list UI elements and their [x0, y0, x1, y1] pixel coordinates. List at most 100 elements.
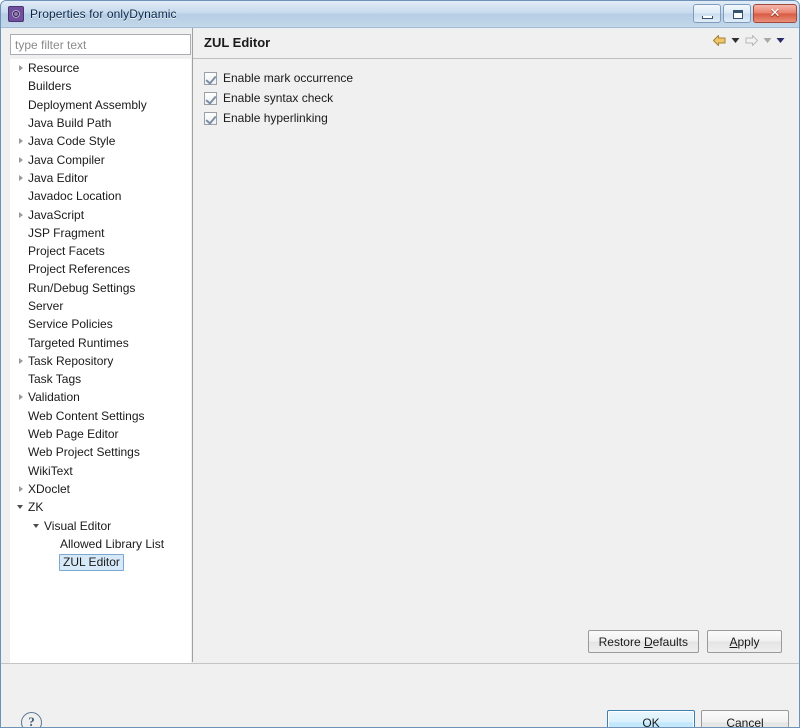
tree-item-java-editor[interactable]: Java Editor	[10, 169, 191, 187]
tree-item-zul-editor[interactable]: ZUL Editor	[10, 553, 191, 571]
option-label: Enable hyperlinking	[223, 111, 328, 125]
tree-expand-right-icon[interactable]	[14, 206, 28, 224]
tree-item-label: Deployment Assembly	[28, 97, 147, 112]
tree-item-xdoclet[interactable]: XDoclet	[10, 480, 191, 498]
tree-item-javadoc-location[interactable]: Javadoc Location	[10, 187, 191, 205]
tree-expand-right-icon[interactable]	[14, 169, 28, 187]
tree-item-task-tags[interactable]: Task Tags	[10, 370, 191, 388]
maximize-button[interactable]	[723, 4, 751, 23]
page-header: ZUL Editor	[193, 28, 792, 59]
tree-item-zk[interactable]: ZK	[10, 498, 191, 516]
tree-item-targeted-runtimes[interactable]: Targeted Runtimes	[10, 333, 191, 351]
back-menu-chevron-down-icon[interactable]	[731, 37, 740, 44]
tree-expand-right-icon[interactable]	[14, 151, 28, 169]
tree-expand-down-icon[interactable]	[30, 517, 44, 535]
dialog-footer: ? OK Cancel	[1, 664, 799, 727]
tree-item-jsp-fragment[interactable]: JSP Fragment	[10, 224, 191, 242]
tree-expand-right-icon[interactable]	[14, 388, 28, 406]
tree-item-java-compiler[interactable]: Java Compiler	[10, 150, 191, 168]
tree-item-label: Java Code Style	[28, 134, 116, 149]
view-menu-chevron-down-icon[interactable]	[776, 37, 785, 44]
tree-item-project-facets[interactable]: Project Facets	[10, 242, 191, 260]
tree-expand-down-icon[interactable]	[14, 498, 28, 516]
filter-input[interactable]	[10, 34, 191, 55]
tree-item-server[interactable]: Server	[10, 297, 191, 315]
preference-page-panel: ZUL Editor Enable mark occurrence Enable…	[192, 28, 792, 662]
tree-expand-right-icon[interactable]	[14, 352, 28, 370]
properties-dialog-window: Properties for onlyDynamic ✕ Resource Bui…	[0, 0, 800, 728]
tree-expand-right-icon[interactable]	[14, 59, 28, 77]
tree-item-service-policies[interactable]: Service Policies	[10, 315, 191, 333]
tree-item-task-repository[interactable]: Task Repository	[10, 352, 191, 370]
back-arrow-icon[interactable]	[712, 34, 727, 47]
apply-button[interactable]: Apply	[707, 630, 782, 653]
tree-item-label: Java Build Path	[28, 116, 112, 131]
restore-defaults-label: Restore Defaults	[598, 634, 688, 649]
tree-item-label: XDoclet	[28, 481, 71, 496]
option-row-enable-mark-occurrence[interactable]: Enable mark occurrence	[204, 68, 353, 88]
option-row-enable-syntax-check[interactable]: Enable syntax check	[204, 88, 353, 108]
checkbox-icon[interactable]	[204, 111, 217, 125]
tree-item-web-content-settings[interactable]: Web Content Settings	[10, 407, 191, 425]
close-button[interactable]: ✕	[753, 4, 797, 23]
tree-item-web-project-settings[interactable]: Web Project Settings	[10, 443, 191, 461]
tree-item-validation[interactable]: Validation	[10, 388, 191, 406]
option-row-enable-hyperlinking[interactable]: Enable hyperlinking	[204, 108, 353, 128]
tree-item-label: Web Content Settings	[28, 408, 145, 423]
checkbox-icon[interactable]	[204, 71, 217, 85]
tree-expand-right-icon[interactable]	[14, 132, 28, 150]
help-icon[interactable]: ?	[21, 712, 42, 727]
tree-item-label: Run/Debug Settings	[28, 280, 136, 295]
tree-item-allowed-library-list[interactable]: Allowed Library List	[10, 535, 191, 553]
tree-item-label: Service Policies	[28, 317, 113, 332]
restore-defaults-button[interactable]: Restore Defaults	[587, 630, 699, 653]
minimize-button[interactable]	[693, 4, 721, 23]
forward-menu-chevron-down-icon	[763, 37, 772, 44]
tree-item-javascript[interactable]: JavaScript	[10, 205, 191, 223]
tree-item-label: Web Project Settings	[28, 445, 140, 460]
tree-item-label: JSP Fragment	[28, 225, 105, 240]
tree-item-label: Java Compiler	[28, 152, 105, 167]
page-action-buttons: Restore Defaults Apply	[587, 630, 782, 653]
tree-item-label: WikiText	[28, 463, 73, 478]
tree-item-visual-editor[interactable]: Visual Editor	[10, 516, 191, 534]
tree-item-deployment-assembly[interactable]: Deployment Assembly	[10, 96, 191, 114]
tree-expand-right-icon[interactable]	[14, 480, 28, 498]
properties-gear-icon	[8, 6, 24, 22]
ok-button[interactable]: OK	[607, 710, 695, 727]
tree-item-label: ZUL Editor	[59, 553, 124, 571]
page-nav-icons	[712, 34, 785, 47]
preference-tree[interactable]: Resource Builders Deployment Assembly Java …	[10, 59, 191, 689]
tree-item-builders[interactable]: Builders	[10, 77, 191, 95]
tree-item-label: ZK	[28, 500, 44, 515]
minimize-icon	[702, 16, 713, 19]
dialog-buttons: OK Cancel	[607, 710, 789, 727]
tree-item-label: Web Page Editor	[28, 427, 119, 442]
tree-item-project-references[interactable]: Project References	[10, 260, 191, 278]
tree-item-web-page-editor[interactable]: Web Page Editor	[10, 425, 191, 443]
tree-item-java-build-path[interactable]: Java Build Path	[10, 114, 191, 132]
tree-item-label: Task Repository	[28, 353, 114, 368]
maximize-icon	[733, 10, 743, 19]
checkbox-icon[interactable]	[204, 91, 217, 105]
tree-item-label: Builders	[28, 79, 72, 94]
tree-item-label: Project Facets	[28, 244, 105, 259]
tree-item-label: JavaScript	[28, 207, 85, 222]
forward-arrow-icon	[744, 34, 759, 47]
tree-item-run-debug-settings[interactable]: Run/Debug Settings	[10, 279, 191, 297]
option-label: Enable mark occurrence	[223, 71, 354, 85]
tree-item-java-code-style[interactable]: Java Code Style	[10, 132, 191, 150]
tree-item-resource[interactable]: Resource	[10, 59, 191, 77]
cancel-button[interactable]: Cancel	[701, 710, 789, 727]
tree-item-wikitext[interactable]: WikiText	[10, 462, 191, 480]
